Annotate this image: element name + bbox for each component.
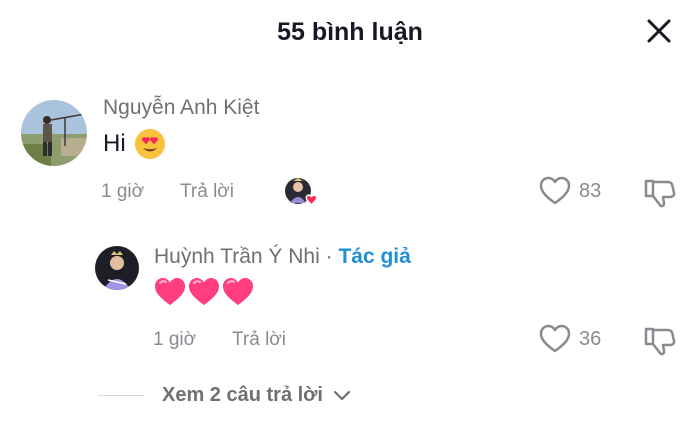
reply-button[interactable]: Trả lời [180, 181, 234, 203]
chevron-down-icon [333, 390, 351, 400]
pink-heart-emoji [222, 277, 254, 307]
dislike-button[interactable] [643, 176, 677, 215]
heart-outline-icon [539, 176, 571, 205]
reply-text [154, 277, 254, 307]
avatar[interactable] [95, 246, 139, 290]
view-replies-label: Xem 2 câu trả lời [162, 384, 323, 406]
comments-header: 55 bình luận [0, 0, 700, 68]
comment-author[interactable]: Nguyễn Anh Kiệt [103, 96, 259, 120]
separator-dot: · [325, 245, 333, 268]
creator-tag: Tác giả [338, 245, 411, 268]
view-replies-button[interactable]: Xem 2 câu trả lời [98, 384, 351, 407]
pink-heart-emoji [188, 277, 220, 307]
comment-text-content: Hi [103, 130, 126, 157]
dislike-button[interactable] [643, 324, 677, 363]
reply-time: 1 giờ [153, 329, 197, 350]
comments-count-title: 55 bình luận [277, 18, 423, 46]
dislike-icon [644, 327, 676, 356]
heart-outline-icon [539, 324, 571, 353]
close-icon [647, 19, 671, 43]
close-button[interactable] [644, 16, 674, 46]
divider-line [98, 395, 144, 396]
creator-liked-badge [284, 176, 320, 208]
dislike-icon [644, 179, 676, 208]
comment-text: Hi [103, 128, 166, 160]
reply-author[interactable]: Huỳnh Trần Ý Nhi [154, 245, 320, 268]
reply-author-line: Huỳnh Trần Ý Nhi · Tác giả [154, 245, 411, 269]
like-count: 83 [579, 179, 602, 202]
avatar[interactable] [21, 100, 87, 166]
pink-heart-emoji [154, 277, 186, 307]
like-button[interactable]: 83 [539, 176, 601, 206]
like-count: 36 [579, 327, 602, 350]
reply-button[interactable]: Trả lời [232, 329, 286, 351]
comment-time: 1 giờ [101, 181, 145, 202]
heart-eyes-emoji [134, 128, 166, 160]
like-button[interactable]: 36 [539, 324, 601, 354]
